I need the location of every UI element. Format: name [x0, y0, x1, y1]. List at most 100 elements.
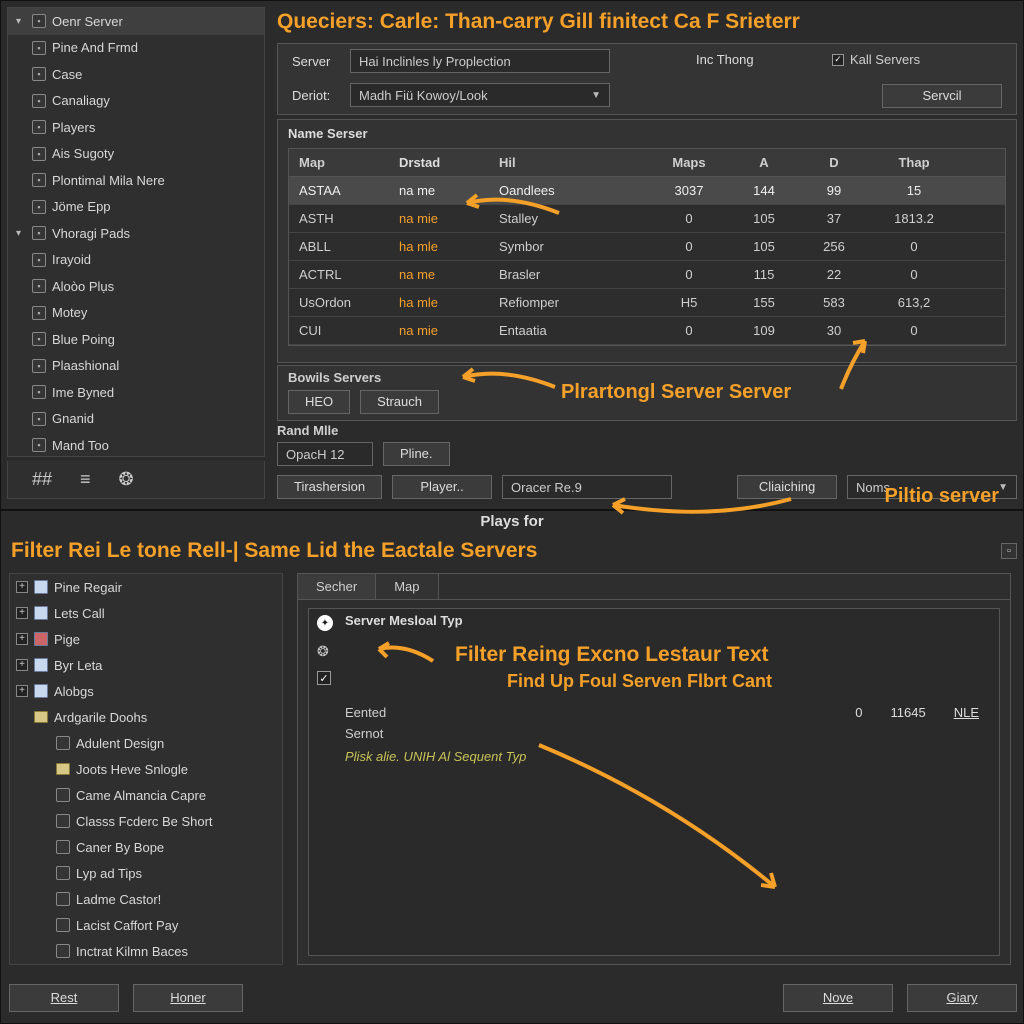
sidebar-item[interactable]: ▪ Jöme Epp [8, 194, 264, 221]
sidebar-item[interactable]: Joots Heve Snlogle [10, 756, 282, 782]
sidebar-item[interactable]: ▪ Plaashional [8, 353, 264, 380]
sidebar-item[interactable]: ▾ ▪ Vhoragi Pads [8, 220, 264, 247]
tab-map[interactable]: Map [376, 574, 438, 599]
server-filter-input[interactable]: Hai Inclinles ly Proplection [350, 49, 610, 73]
sidebar-item[interactable]: ▪ Ais Sugoty [8, 141, 264, 168]
cliaiching-button[interactable]: Cliaiching [737, 475, 837, 499]
check-icon: ✓ [832, 54, 844, 66]
sidebar-item-label: Case [52, 67, 82, 82]
sidebar-item-label: Aloòo Plụs [52, 279, 114, 294]
box-icon [56, 944, 70, 958]
arrow-icon [369, 635, 439, 671]
tirashersion-button[interactable]: Tirashersion [277, 475, 382, 499]
plus-icon[interactable]: + [16, 685, 28, 697]
checkbox-icon[interactable]: ✓ [317, 671, 331, 685]
sidebar-item[interactable]: Lyp ad Tips [10, 860, 282, 886]
servcil-button[interactable]: Servcil [882, 84, 1002, 108]
heo-button[interactable]: HEO [288, 390, 350, 414]
shield-icon[interactable]: ✦ [317, 615, 333, 631]
sidebar-item[interactable]: ▪ Blue Poing [8, 326, 264, 353]
sidebar-item[interactable]: ▪ Plontimal Mila Nere [8, 167, 264, 194]
sidebar-item[interactable]: Classs Fcderc Be Short [10, 808, 282, 834]
plus-icon[interactable]: + [16, 607, 28, 619]
table-row[interactable]: UsOrdonha mle RefiomperH5 155583613,2 [289, 289, 1005, 317]
search-input[interactable]: Oracer Re.9 [502, 475, 672, 499]
list-icon[interactable]: ≡ [80, 469, 91, 490]
hint-text: Plisk alie. UNIH Al Sequent Typ [345, 749, 526, 764]
table-row[interactable]: ASTAAna me Oandlees3037 1449915 [289, 177, 1005, 205]
giary-button[interactable]: Giary [907, 984, 1017, 1012]
sidebar-item[interactable]: +Byr Leta [10, 652, 282, 678]
sidebar-item[interactable]: + Lets Call [10, 600, 282, 626]
detail-title: Server Mesloal Typ [345, 613, 463, 628]
plus-icon[interactable]: + [16, 659, 28, 671]
sidebar-item[interactable]: Caner By Bope [10, 834, 282, 860]
pline-button[interactable]: Pline. [383, 442, 450, 466]
sidebar-item[interactable]: Ladme Castor! [10, 886, 282, 912]
table-row[interactable]: ABLLha mle Symbor0 1052560 [289, 233, 1005, 261]
sidebar-item[interactable]: +Alobgs [10, 678, 282, 704]
sidebar-item-label: Lets Call [54, 606, 105, 621]
sidebar-item[interactable]: ▪ Ime Byned [8, 379, 264, 406]
chevron-down-icon: ▼ [591, 90, 601, 101]
nove-button[interactable]: Nove [783, 984, 893, 1012]
sidebar-item[interactable]: +Pige [10, 626, 282, 652]
noms-select[interactable]: Noms ▼ [847, 475, 1017, 499]
right-panel: Secher Map ✦ ❂ ✓ Server Mesloal Typ Filt… [297, 573, 1011, 965]
sidebar-item[interactable]: Came Almancia Capre [10, 782, 282, 808]
sidebar-item[interactable]: ▪ Case [8, 61, 264, 88]
server-table-section: Name Serser MapDrstad HilMaps ADThapASTA… [277, 119, 1017, 363]
sidebar-item[interactable]: ▪ Pine And Frmd [8, 35, 264, 62]
tab-secher[interactable]: Secher [298, 574, 376, 599]
sidebar-item[interactable]: ▪ Gnanid [8, 406, 264, 433]
plus-icon[interactable]: + [16, 581, 28, 593]
honer-button[interactable]: Honer [133, 984, 243, 1012]
deriot-filter-select[interactable]: Madh Fiü Kowoy/Look ▼ [350, 83, 610, 107]
sidebar-item[interactable]: Inctrat Kilmn Baces [10, 938, 282, 964]
sidebar-item[interactable]: ▪ Canaliagy [8, 88, 264, 115]
sidebar-item[interactable]: Lacist Caffort Pay [10, 912, 282, 938]
table-row[interactable]: ASTHna mie Stalley0 105371813.2 [289, 205, 1005, 233]
bowls-title: Bowils Servers [278, 366, 1016, 389]
sidebar-item[interactable]: ▪ Irayoid [8, 247, 264, 274]
val-nle[interactable]: NLE [954, 705, 979, 720]
sidebar-item[interactable]: ▪ Mand Too [8, 432, 264, 457]
table-row[interactable]: CUIna mie Entaatia0 109300 [289, 317, 1005, 345]
sidebar-item-label: Joots Heve Snlogle [76, 762, 188, 777]
kall-servers-checkbox[interactable]: ✓ Kall Servers [832, 52, 920, 67]
rand-input[interactable]: OpacH 12 [277, 442, 373, 466]
sidebar-item[interactable]: Ardgarile Doohs [10, 704, 282, 730]
box-icon [56, 788, 70, 802]
gear-icon[interactable]: ❂ [317, 643, 333, 659]
sidebar-item-label: Adulent Design [76, 736, 164, 751]
box-icon [56, 736, 70, 750]
strauch-button[interactable]: Strauch [360, 390, 439, 414]
folder-icon: ▪ [32, 359, 46, 373]
page-title: Queciers: Carle: Than-carry Gill finitec… [277, 5, 1017, 39]
plus-icon[interactable]: + [16, 633, 28, 645]
sidebar-item-label: Lyp ad Tips [76, 866, 142, 881]
sidebar-item-label: Inctrat Kilmn Baces [76, 944, 188, 959]
inc-thong-label: Inc Thong [696, 52, 754, 67]
filter-strip: Server Hai Inclinles ly Proplection Inc … [277, 43, 1017, 115]
server-grid[interactable]: MapDrstad HilMaps ADThapASTAAna me Oandl… [288, 148, 1006, 346]
tab-strip: Secher Map [298, 574, 1010, 600]
gear-icon[interactable]: ❂ [119, 469, 134, 490]
sidebar-item[interactable]: ▪ Motey [8, 300, 264, 327]
sidebar-item[interactable]: +Pine Regair [10, 574, 282, 600]
close-button[interactable]: ▫ [1001, 543, 1017, 559]
sidebar-item-label: Ime Byned [52, 385, 114, 400]
sidebar-item[interactable]: ▪ Players [8, 114, 264, 141]
sidebar-item[interactable]: ▾ ▪ Oenr Server [8, 8, 264, 35]
sidebar-item-label: Canaliagy [52, 93, 110, 108]
player-button[interactable]: Player.. [392, 475, 492, 499]
folder-icon: ▪ [32, 120, 46, 134]
hash-icon[interactable]: ## [32, 469, 52, 490]
sidebar-item[interactable]: ▪ Aloòo Plụs [8, 273, 264, 300]
table-row[interactable]: ACTRLna me Brasler0 115220 [289, 261, 1005, 289]
sidebar-tree-top: ▾ ▪ Oenr Server ▪ Pine And Frmd ▪ Case ▪… [7, 7, 265, 457]
sidebar-item-label: Jöme Epp [52, 199, 111, 214]
rest-button[interactable]: Rest [9, 984, 119, 1012]
sidebar-item[interactable]: Adulent Design [10, 730, 282, 756]
sidebar-item-label: Came Almancia Capre [76, 788, 206, 803]
